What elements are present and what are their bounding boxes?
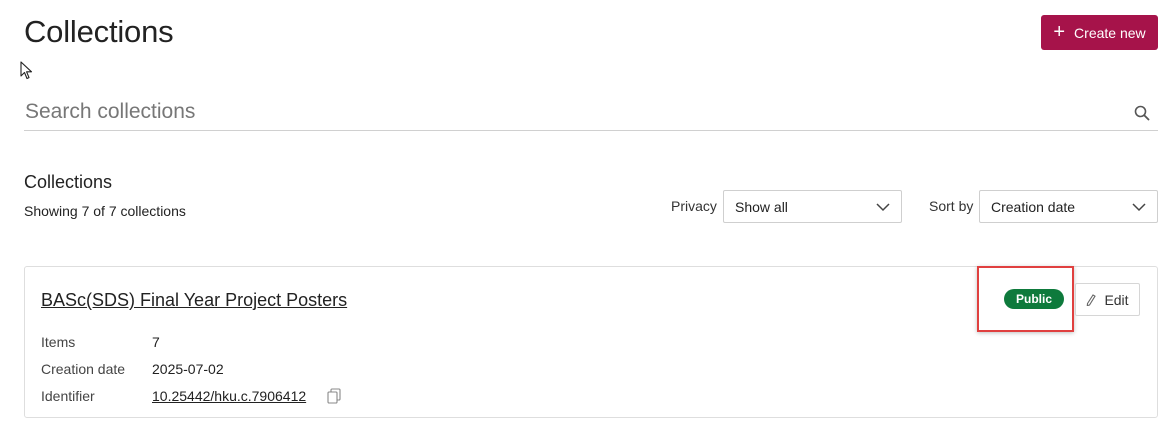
plus-icon: + (1053, 20, 1066, 43)
sort-select[interactable]: Creation date (979, 190, 1158, 223)
collection-card: BASc(SDS) Final Year Project Posters Pub… (24, 266, 1158, 418)
chevron-down-icon (1132, 203, 1146, 212)
items-label: Items (41, 334, 76, 350)
create-new-label: Create new (1074, 24, 1146, 41)
pencil-icon (1087, 293, 1097, 306)
creation-date-value: 2025-07-02 (152, 361, 224, 377)
status-badge: Public (1004, 289, 1064, 309)
search-input[interactable] (24, 96, 1115, 128)
collections-heading: Collections (24, 172, 113, 192)
copy-icon[interactable] (327, 388, 341, 404)
mouse-cursor-icon (20, 61, 33, 80)
page-title: Collections (24, 14, 174, 49)
identifier-link[interactable]: 10.25442/hku.c.7906412 (152, 388, 306, 404)
privacy-selected-value: Show all (735, 199, 788, 215)
items-value: 7 (152, 334, 160, 350)
create-new-button[interactable]: + Create new (1041, 15, 1158, 50)
search-bar (24, 96, 1158, 131)
chevron-down-icon (876, 203, 890, 212)
edit-button[interactable]: Edit (1075, 283, 1140, 316)
search-icon[interactable] (1134, 105, 1150, 121)
sort-selected-value: Creation date (991, 199, 1076, 215)
privacy-label: Privacy (671, 198, 717, 214)
results-count: Showing 7 of 7 collections (24, 203, 186, 219)
privacy-select[interactable]: Show all (723, 190, 902, 223)
collection-title-link[interactable]: BASc(SDS) Final Year Project Posters (41, 290, 347, 311)
identifier-label: Identifier (41, 388, 95, 404)
edit-label: Edit (1104, 291, 1129, 308)
creation-date-label: Creation date (41, 361, 126, 377)
sort-label: Sort by (929, 198, 974, 214)
